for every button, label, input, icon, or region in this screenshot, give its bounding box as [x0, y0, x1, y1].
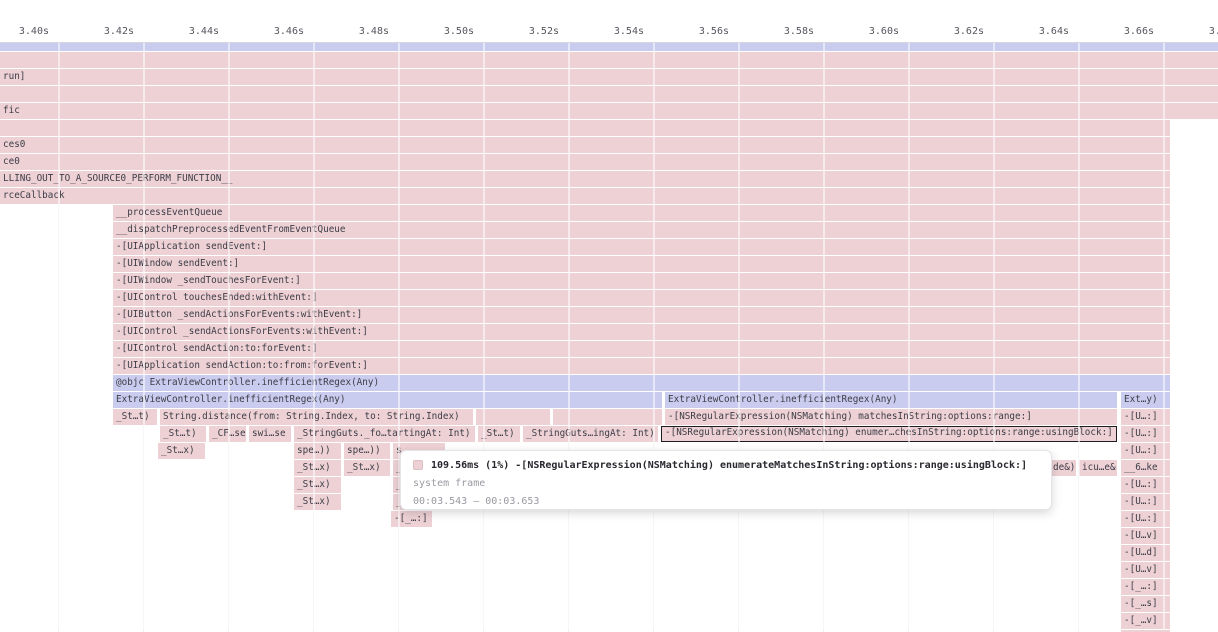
time-gridline-overlay — [908, 43, 910, 630]
flame-graph-canvas[interactable]: run] fic ces0ce0LLING_OUT_TO_A_SOURCE0_PER… — [0, 0, 1218, 632]
flame-frame-selected[interactable]: -[NSRegularExpression(NSMatching) enumer… — [661, 426, 1117, 442]
flame-frame[interactable]: -[NSRegularExpression(NSMatching) matche… — [665, 409, 1117, 425]
ruler-tick-label: 3.58s — [774, 25, 814, 39]
flame-frame[interactable]: fic — [0, 103, 1218, 119]
flame-frame[interactable]: ExtraViewController.inefficientRegex(Any… — [665, 392, 1117, 408]
flame-frame[interactable]: -[UIApplication sendAction:to:from:forEv… — [113, 358, 1170, 374]
tooltip-frame-kind: system frame — [413, 477, 1039, 491]
flame-frame[interactable]: _St…x) — [294, 494, 341, 510]
flame-frame[interactable]: rceCallback — [0, 188, 1170, 204]
flame-frame[interactable]: __processEventQueue — [113, 205, 1170, 221]
ruler-tick-label: 3.62s — [944, 25, 984, 39]
flame-frame[interactable] — [0, 52, 1218, 68]
ruler-tick-label: 3.50s — [434, 25, 474, 39]
frame-color-swatch — [413, 460, 423, 470]
time-gridline-overlay — [483, 43, 485, 630]
time-gridline-overlay — [1163, 43, 1165, 630]
flame-frame[interactable]: _St…x) — [158, 443, 205, 459]
flame-frame[interactable]: ces0 — [0, 137, 1170, 153]
flame-frame[interactable]: _St…x) — [294, 477, 341, 493]
flame-frame[interactable]: _St…t) — [160, 426, 206, 442]
tooltip-title-row: 109.56ms (1%) -[NSRegularExpression(NSMa… — [413, 458, 1039, 472]
ruler-tick-label: 3.54s — [604, 25, 644, 39]
flame-graph-view: run] fic ces0ce0LLING_OUT_TO_A_SOURCE0_PER… — [0, 0, 1218, 632]
time-gridline-overlay — [568, 43, 570, 630]
flame-frame[interactable]: _St…x) — [294, 460, 341, 476]
ruler-tick-label: 3.52s — [519, 25, 559, 39]
flame-frame[interactable]: -[UIWindow sendEvent:] — [113, 256, 1170, 272]
time-gridline-overlay — [823, 43, 825, 630]
time-gridline-overlay — [1078, 43, 1080, 630]
flame-frame[interactable]: icu…e&) — [1079, 460, 1117, 476]
flame-frame[interactable]: _StringGuts._fo…tartingAt: Int) — [294, 426, 475, 442]
time-gridline-overlay — [143, 43, 145, 630]
flame-frame[interactable]: -[UIControl sendAction:to:forEvent:] — [113, 341, 1170, 357]
flame-frame[interactable]: ce0 — [0, 154, 1170, 170]
ruler-tick-label: 3.42s — [94, 25, 134, 39]
flame-frame[interactable]: run] — [0, 69, 1218, 85]
tooltip-time-range: 00:03.543 — 00:03.653 — [413, 495, 1039, 509]
flame-frame[interactable]: swi…se — [249, 426, 291, 442]
flame-frame[interactable]: String.distance(from: String.Index, to: … — [160, 409, 473, 425]
time-gridline-overlay — [228, 43, 230, 630]
flame-frame[interactable] — [0, 86, 1218, 102]
ruler-tick-label: 3.56s — [689, 25, 729, 39]
flame-frame[interactable]: _St…t) — [113, 409, 157, 425]
flame-frame[interactable]: de&) — [1050, 460, 1076, 476]
ruler-tick-label: 3.60s — [859, 25, 899, 39]
ruler-tick-label: 3.46s — [264, 25, 304, 39]
flame-frame[interactable]: LLING_OUT_TO_A_SOURCE0_PERFORM_FUNCTION_… — [0, 171, 1170, 187]
flame-frame[interactable]: ExtraViewController.inefficientRegex(Any… — [113, 392, 662, 408]
time-ruler[interactable]: 3.40s 3.42s 3.44s 3.46s 3.48s 3.50s 3.52s 3.54s… — [0, 0, 1218, 43]
flame-frame[interactable]: -[UIControl _sendActionsForEvents:withEv… — [113, 324, 1170, 340]
flame-frame[interactable]: -[UIControl touchesEnded:withEvent:] — [113, 290, 1170, 306]
flame-frame[interactable]: -[UIWindow _sendTouchesForEvent:] — [113, 273, 1170, 289]
flame-frame[interactable] — [476, 409, 550, 425]
flame-frame[interactable]: @objc ExtraViewController.inefficientReg… — [113, 375, 1170, 391]
ruler-tick-label: 3.66s — [1114, 25, 1154, 39]
flame-frame[interactable]: spe…)) — [344, 443, 390, 459]
tooltip-title: 109.56ms (1%) -[NSRegularExpression(NSMa… — [431, 460, 1027, 471]
ruler-tick-label: 3.44s — [179, 25, 219, 39]
flame-frame[interactable]: _St…x) — [344, 460, 390, 476]
flame-frame[interactable]: -[UIButton _sendActionsForEvents:withEve… — [113, 307, 1170, 323]
ruler-tick-label: 3.64s — [1029, 25, 1069, 39]
flame-frame[interactable] — [0, 43, 1218, 51]
flame-frame[interactable]: spe…)) — [294, 443, 341, 459]
time-gridline-overlay — [738, 43, 740, 630]
hover-tooltip: 109.56ms (1%) -[NSRegularExpression(NSMa… — [400, 450, 1052, 510]
time-gridline-overlay — [398, 43, 400, 630]
flame-frame[interactable]: -[UIApplication sendEvent:] — [113, 239, 1170, 255]
flame-frame[interactable]: _StringGuts…ingAt: Int) — [523, 426, 658, 442]
ruler-tick-label: 3.68s — [1199, 25, 1218, 39]
flame-frame[interactable] — [0, 120, 1170, 136]
ruler-tick-label: 3.40s — [9, 25, 49, 39]
ruler-tick-label: 3.48s — [349, 25, 389, 39]
flame-frame[interactable]: __dispatchPreprocessedEventFromEventQueu… — [113, 222, 1170, 238]
time-gridline-overlay — [313, 43, 315, 630]
time-gridline-overlay — [653, 43, 655, 630]
time-gridline-overlay — [58, 43, 60, 630]
time-gridline-overlay — [993, 43, 995, 630]
